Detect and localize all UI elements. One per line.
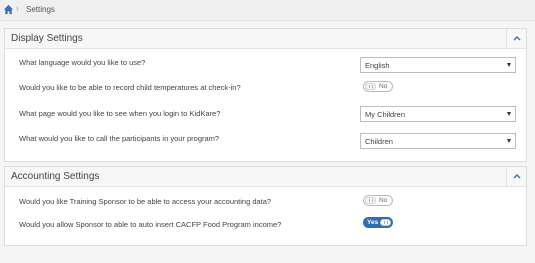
cacfp-income-question: Would you allow Sponsor to able to auto … — [19, 220, 282, 229]
collapse-button[interactable] — [506, 167, 526, 186]
temperature-toggle[interactable]: No — [363, 81, 393, 92]
toggle-label: No — [379, 83, 388, 90]
collapse-button[interactable] — [506, 29, 526, 48]
login-page-question: What page would you like to see when you… — [19, 109, 221, 118]
chevron-up-icon — [513, 36, 521, 41]
participants-question: What would you like to call the particip… — [19, 134, 220, 143]
breadcrumb: › Settings — [0, 0, 535, 21]
language-select[interactable]: English — [360, 57, 516, 73]
display-settings-panel: Display Settings What language would you… — [4, 28, 527, 162]
sponsor-access-question: Would you like Training Sponsor to be ab… — [19, 197, 272, 206]
panel-title: Accounting Settings — [11, 171, 100, 182]
breadcrumb-separator: › — [16, 4, 19, 13]
chevron-up-icon — [513, 174, 521, 179]
participants-value: Children — [365, 137, 393, 146]
toggle-knob — [380, 219, 391, 226]
temperature-question: Would you like to be able to record chil… — [19, 83, 241, 92]
accounting-settings-panel: Accounting Settings Would you like Train… — [4, 166, 527, 246]
caret-down-icon — [507, 139, 511, 143]
breadcrumb-current: Settings — [26, 5, 55, 14]
login-page-value: My Children — [365, 110, 406, 119]
participants-select[interactable]: Children — [360, 133, 516, 149]
caret-down-icon — [507, 63, 511, 67]
toggle-knob — [365, 83, 376, 90]
sponsor-access-toggle[interactable]: No — [363, 195, 393, 206]
cacfp-income-toggle[interactable]: Yes — [363, 217, 393, 228]
toggle-knob — [365, 197, 376, 204]
accounting-settings-header: Accounting Settings — [5, 167, 526, 187]
panel-title: Display Settings — [11, 33, 83, 44]
caret-down-icon — [507, 112, 511, 116]
login-page-select[interactable]: My Children — [360, 106, 516, 122]
toggle-label: Yes — [367, 219, 379, 226]
display-settings-header: Display Settings — [5, 29, 526, 49]
language-value: English — [365, 61, 390, 70]
language-question: What language would you like to use? — [19, 58, 146, 67]
toggle-label: No — [379, 197, 388, 204]
home-icon[interactable] — [3, 4, 14, 15]
